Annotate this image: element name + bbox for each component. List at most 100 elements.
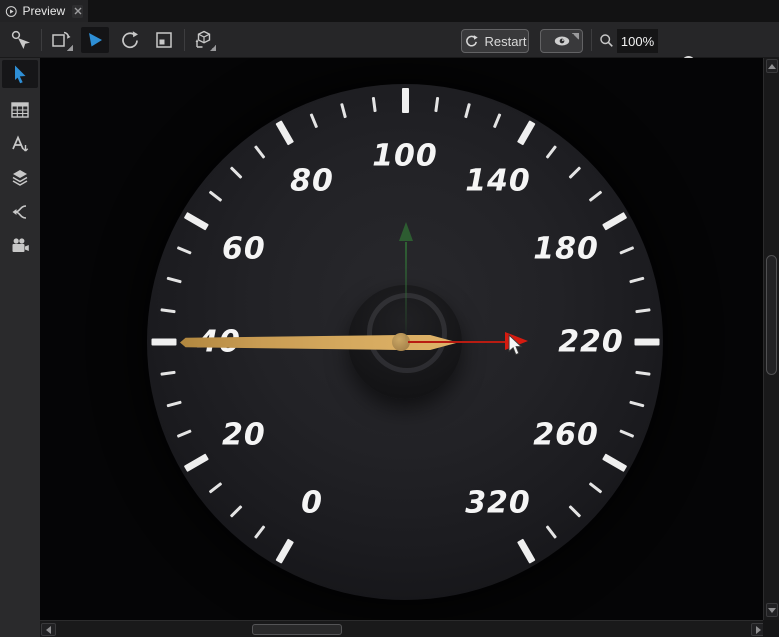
toolbar-separator [591, 29, 592, 51]
sidebar-item-table-view[interactable] [2, 96, 38, 124]
up-arrow-icon [768, 64, 776, 69]
gauge-major-tick [151, 339, 176, 346]
horizontal-scrollbar[interactable] [40, 620, 769, 637]
zoom-tool-button[interactable] [595, 27, 617, 53]
gauge-minor-tick [629, 401, 644, 408]
tab-bar: Preview [0, 0, 779, 22]
gauge-label-80: 80 [290, 163, 334, 198]
layers-icon [10, 168, 30, 188]
magnifier-icon [598, 32, 615, 49]
font-icon [10, 134, 30, 154]
camera-icon [10, 237, 30, 255]
close-icon[interactable] [72, 5, 83, 18]
scroll-left-button[interactable] [41, 623, 56, 636]
scrollbar-corner [763, 620, 779, 637]
gauge-major-tick [275, 120, 294, 145]
gauge-major-tick [634, 339, 659, 346]
gauge-major-tick [516, 120, 535, 145]
gauge-label-260: 260 [533, 418, 599, 453]
horizontal-scroll-thumb[interactable] [252, 624, 342, 635]
square-in-square-icon [153, 29, 175, 51]
preview-window: Preview [0, 0, 779, 637]
table-icon [11, 102, 29, 118]
gauge-label-60: 60 [222, 232, 266, 267]
gauge-minor-tick [229, 505, 242, 518]
toolbar-separator [41, 29, 42, 51]
tab-preview[interactable]: Preview [0, 0, 88, 22]
gauge-major-tick [516, 539, 535, 564]
blue-triangle-icon [84, 29, 106, 51]
sidebar-item-transitions[interactable] [2, 198, 38, 226]
scroll-down-button[interactable] [766, 603, 778, 617]
restart-button[interactable]: Restart [461, 29, 529, 53]
cursor-icon [10, 64, 30, 84]
gauge-major-tick [183, 212, 208, 231]
gauge-minor-tick [619, 246, 634, 255]
gauge-minor-tick [160, 371, 175, 376]
transition-arrow-icon [10, 202, 30, 222]
gauge-label-140: 140 [465, 163, 531, 198]
down-arrow-icon [768, 608, 776, 613]
vertical-scrollbar[interactable] [763, 58, 779, 620]
gauge-major-tick [402, 88, 409, 113]
restart-icon [464, 34, 479, 49]
gauge-minor-tick [629, 277, 644, 284]
gauge-major-tick [183, 453, 208, 472]
gauge-label-320: 320 [465, 486, 531, 521]
gauge-major-tick [602, 212, 627, 231]
rotate-tool-button[interactable] [116, 27, 144, 53]
gauge-minor-tick [635, 371, 650, 376]
transform-tool-button[interactable] [47, 27, 75, 53]
toolbar: Restart 100% [0, 22, 779, 58]
gauge-minor-tick [253, 525, 265, 539]
restart-label: Restart [485, 34, 527, 49]
visibility-button[interactable] [540, 29, 583, 53]
gauge-minor-tick [635, 308, 650, 313]
gauge-minor-tick [371, 97, 376, 112]
gizmo-y-axis-arrow[interactable] [399, 222, 413, 241]
gauge-minor-tick [545, 145, 557, 159]
gauge-minor-tick [588, 482, 602, 494]
gauge-minor-tick [619, 429, 634, 438]
scroll-up-button[interactable] [766, 59, 778, 73]
sidebar-item-text-style[interactable] [2, 130, 38, 158]
eye-icon [553, 34, 571, 48]
selection-cursor-icon [9, 29, 31, 51]
gauge-hub-ring [367, 293, 447, 373]
tab-label: Preview [22, 4, 65, 18]
selection-tool-button[interactable] [6, 27, 34, 53]
gauge-minor-tick [545, 525, 557, 539]
mouse-cursor [507, 334, 523, 356]
gauge-minor-tick [253, 145, 265, 159]
gauge-minor-tick [568, 505, 581, 518]
gauge-major-tick [602, 453, 627, 472]
zoom-level-field[interactable]: 100% [617, 29, 658, 53]
gizmo-y-axis-line [405, 242, 407, 342]
gauge-minor-tick [160, 308, 175, 313]
sidebar-item-select-mode[interactable] [2, 60, 38, 88]
gauge-label-100: 100 [372, 139, 438, 174]
gauge-minor-tick [176, 429, 191, 438]
sidebar-item-camera[interactable] [2, 232, 38, 260]
gauge-major-tick [275, 539, 294, 564]
gauge-minor-tick [588, 190, 602, 202]
preview-canvas[interactable]: 020406080100140180220260320 [40, 58, 763, 620]
gauge-minor-tick [208, 190, 222, 202]
gauge-label-220: 220 [558, 325, 624, 360]
gauge-label-180: 180 [533, 232, 599, 267]
dropdown-corner-mark [67, 45, 73, 51]
toolbar-separator [184, 29, 185, 51]
sidebar-item-layers[interactable] [2, 164, 38, 192]
vertical-scroll-thumb[interactable] [766, 255, 777, 375]
dropdown-corner-mark [210, 45, 216, 51]
gauge-minor-tick [166, 277, 181, 284]
perspective-camera-tool-button[interactable] [190, 27, 218, 53]
play-circle-icon [5, 4, 17, 19]
local-frame-tool-button[interactable] [150, 27, 178, 53]
gauge-minor-tick [166, 401, 181, 408]
dropdown-corner-mark [572, 33, 579, 40]
gauge-minor-tick [229, 166, 242, 179]
left-sidebar [0, 58, 40, 637]
gauge-label-0: 0 [301, 486, 323, 521]
move-tool-button-active[interactable] [81, 27, 109, 53]
